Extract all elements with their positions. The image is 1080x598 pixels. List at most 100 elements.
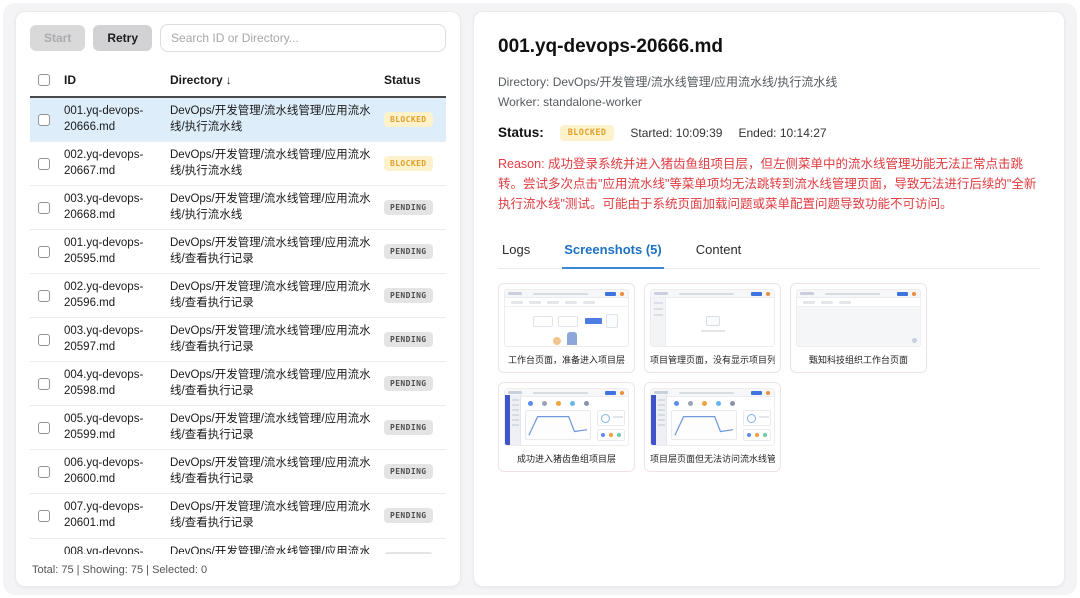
row-checkbox[interactable]: [38, 246, 50, 258]
detail-directory-value: DevOps/开发管理/流水线管理/应用流水线/执行流水线: [553, 75, 838, 89]
detail-worker: Worker: standalone-worker: [498, 92, 1040, 112]
screenshot-thumbnail: [504, 289, 629, 347]
row-checkbox[interactable]: [38, 510, 50, 522]
status-badge: BLOCKED: [384, 112, 433, 127]
row-checkbox[interactable]: [38, 114, 50, 126]
table-row[interactable]: 007.yq-devops-20601.md DevOps/开发管理/流水线管理…: [30, 494, 446, 538]
screenshot-item[interactable]: 成功进入猪齿鱼组项目层: [498, 382, 635, 472]
row-id: 004.yq-devops-20598.md: [64, 368, 164, 399]
row-id: 003.yq-devops-20597.md: [64, 324, 164, 355]
status-badge: BLOCKED: [384, 156, 433, 171]
retry-button[interactable]: Retry: [93, 25, 152, 51]
status-badge: PENDING: [384, 464, 433, 479]
screenshot-item[interactable]: 甄知科技组织工作台页面: [790, 283, 927, 373]
table-row[interactable]: 001.yq-devops-20595.md DevOps/开发管理/流水线管理…: [30, 230, 446, 274]
tab-screenshots-5[interactable]: Screenshots (5): [562, 236, 664, 269]
sort-descending-icon: ↓: [226, 73, 232, 87]
tab-logs[interactable]: Logs: [500, 236, 532, 269]
started-label: Started:: [630, 126, 672, 140]
row-directory: DevOps/开发管理/流水线管理/应用流水线/查看执行记录: [170, 280, 378, 311]
detail-worker-label: Worker:: [498, 95, 540, 109]
row-id: 002.yq-devops-20667.md: [64, 148, 164, 179]
detail-worker-value: standalone-worker: [543, 95, 642, 109]
ended-label: Ended:: [738, 126, 776, 140]
detail-panel: 001.yq-devops-20666.md Directory: DevOps…: [473, 11, 1065, 587]
row-directory: DevOps/开发管理/流水线管理/应用流水线/查看执行记录: [170, 456, 378, 487]
row-id: 002.yq-devops-20596.md: [64, 280, 164, 311]
status-badge: PENDING: [384, 200, 433, 215]
table-row[interactable]: 006.yq-devops-20600.md DevOps/开发管理/流水线管理…: [30, 450, 446, 494]
tab-content[interactable]: Content: [694, 236, 744, 269]
row-id: 001.yq-devops-20666.md: [64, 104, 164, 135]
status-badge: BLOCKED: [560, 125, 615, 141]
row-checkbox[interactable]: [38, 158, 50, 170]
screenshot-caption: 工作台页面，准备进入项目层: [504, 353, 629, 366]
table-row[interactable]: 002.yq-devops-20596.md DevOps/开发管理/流水线管理…: [30, 274, 446, 318]
screenshot-item[interactable]: 项目层页面但无法访问流水线管理: [644, 382, 781, 472]
screenshot-thumbnail: [796, 289, 921, 347]
select-all-checkbox[interactable]: [38, 74, 50, 86]
table-row[interactable]: 004.yq-devops-20598.md DevOps/开发管理/流水线管理…: [30, 362, 446, 406]
screenshot-thumbnail: [650, 289, 775, 347]
detail-directory: Directory: DevOps/开发管理/流水线管理/应用流水线/执行流水线: [498, 72, 1040, 92]
screenshot-thumbnail: [504, 388, 629, 446]
table-row[interactable]: 003.yq-devops-20668.md DevOps/开发管理/流水线管理…: [30, 186, 446, 230]
header-id: ID: [64, 72, 164, 88]
reason-label: Reason:: [498, 157, 545, 171]
status-badge: PENDING: [384, 508, 433, 523]
table-row[interactable]: 008.yq-devops-20602.md DevOps/开发管理/流水线管理…: [30, 539, 446, 555]
row-checkbox[interactable]: [38, 422, 50, 434]
row-checkbox[interactable]: [38, 466, 50, 478]
row-checkbox[interactable]: [38, 334, 50, 346]
start-button[interactable]: Start: [30, 25, 85, 51]
row-checkbox[interactable]: [38, 378, 50, 390]
row-id: 005.yq-devops-20599.md: [64, 412, 164, 443]
screenshot-caption: 成功进入猪齿鱼组项目层: [504, 452, 629, 465]
screenshot-caption: 项目管理页面，没有显示项目列表: [650, 353, 775, 366]
table-row[interactable]: 002.yq-devops-20667.md DevOps/开发管理/流水线管理…: [30, 142, 446, 186]
detail-reason: Reason: 成功登录系统并进入猪齿鱼组项目层，但左侧菜单中的流水线管理功能无…: [498, 154, 1040, 214]
screenshot-item[interactable]: 项目管理页面，没有显示项目列表: [644, 283, 781, 373]
header-status: Status: [384, 72, 446, 88]
header-directory[interactable]: Directory↓: [170, 72, 378, 88]
app-frame: Start Retry ID Directory↓ Status 001.yq-…: [3, 3, 1077, 595]
reason-text: 成功登录系统并进入猪齿鱼组项目层，但左侧菜单中的流水线管理功能无法正常点击跳转。…: [498, 157, 1036, 211]
row-id: 006.yq-devops-20600.md: [64, 456, 164, 487]
task-list-panel: Start Retry ID Directory↓ Status 001.yq-…: [15, 11, 461, 587]
table-footer: Total: 75 | Showing: 75 | Selected: 0: [30, 554, 446, 578]
started-value: 10:09:39: [676, 126, 723, 140]
row-checkbox[interactable]: [38, 290, 50, 302]
status-badge: PENDING: [384, 244, 433, 259]
screenshot-grid: 工作台页面，准备进入项目层 项目管理页面，没有显示项目列表 甄知科技组织工作台页…: [498, 283, 1040, 472]
row-directory: DevOps/开发管理/流水线管理/应用流水线/查看执行记录: [170, 545, 378, 555]
search-input[interactable]: [160, 24, 446, 52]
screenshot-thumbnail: [650, 388, 775, 446]
row-id: 001.yq-devops-20595.md: [64, 236, 164, 267]
table-body: 001.yq-devops-20666.md DevOps/开发管理/流水线管理…: [30, 98, 446, 554]
screenshot-caption: 甄知科技组织工作台页面: [796, 353, 921, 366]
status-badge: PENDING: [384, 332, 433, 347]
screenshot-item[interactable]: 工作台页面，准备进入项目层: [498, 283, 635, 373]
task-table: ID Directory↓ Status 001.yq-devops-20666…: [30, 64, 446, 554]
status-badge: PENDING: [384, 376, 433, 391]
detail-ended: Ended: 10:14:27: [738, 126, 826, 140]
row-directory: DevOps/开发管理/流水线管理/应用流水线/查看执行记录: [170, 236, 378, 267]
detail-title: 001.yq-devops-20666.md: [498, 36, 1040, 58]
row-id: 007.yq-devops-20601.md: [64, 500, 164, 531]
row-checkbox[interactable]: [38, 202, 50, 214]
status-badge: PENDING: [384, 288, 433, 303]
detail-status-row: Status: BLOCKED Started: 10:09:39 Ended:…: [498, 125, 1040, 141]
row-id: 008.yq-devops-20602.md: [64, 545, 164, 555]
table-row[interactable]: 005.yq-devops-20599.md DevOps/开发管理/流水线管理…: [30, 406, 446, 450]
screenshot-caption: 项目层页面但无法访问流水线管理: [650, 452, 775, 465]
table-row[interactable]: 003.yq-devops-20597.md DevOps/开发管理/流水线管理…: [30, 318, 446, 362]
table-row[interactable]: 001.yq-devops-20666.md DevOps/开发管理/流水线管理…: [30, 98, 446, 142]
status-badge: PENDING: [384, 420, 433, 435]
detail-status-label: Status:: [498, 125, 544, 140]
detail-directory-label: Directory:: [498, 75, 549, 89]
row-directory: DevOps/开发管理/流水线管理/应用流水线/执行流水线: [170, 104, 378, 135]
row-directory: DevOps/开发管理/流水线管理/应用流水线/查看执行记录: [170, 412, 378, 443]
row-directory: DevOps/开发管理/流水线管理/应用流水线/查看执行记录: [170, 368, 378, 399]
row-id: 003.yq-devops-20668.md: [64, 192, 164, 223]
table-header-row: ID Directory↓ Status: [30, 64, 446, 98]
